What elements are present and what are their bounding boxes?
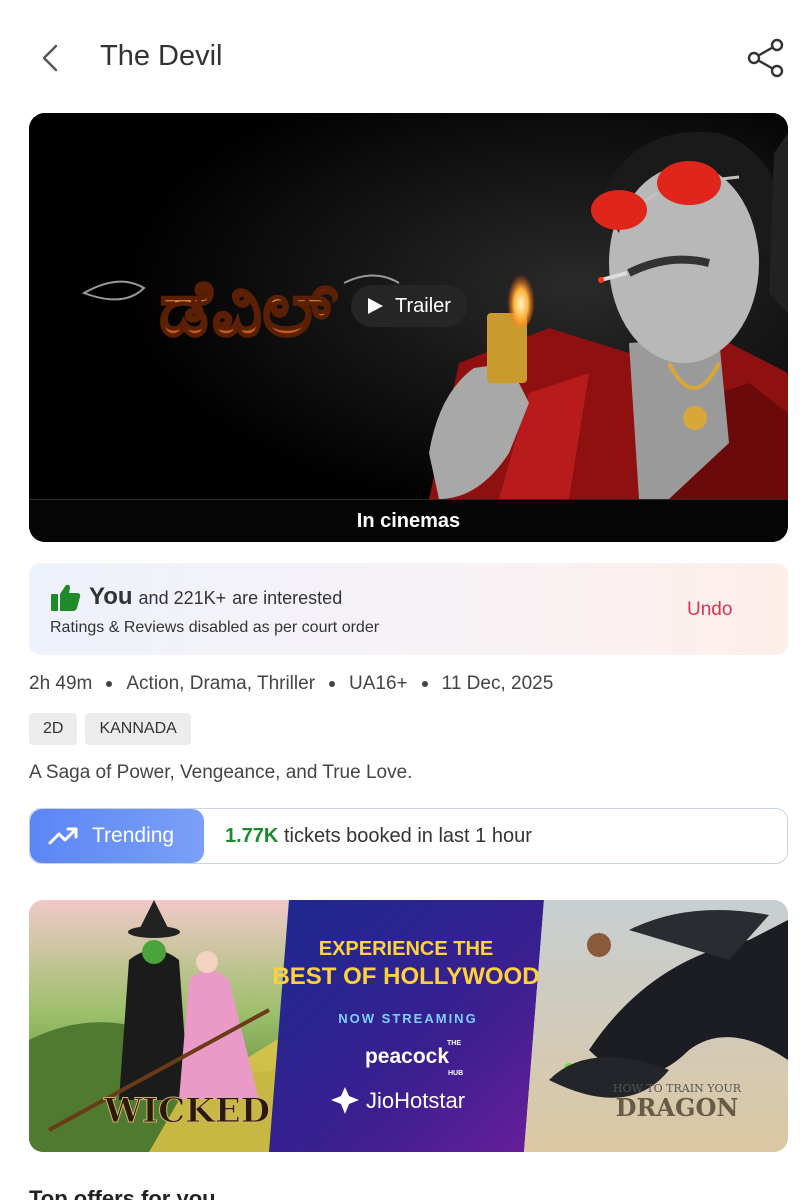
undo-button[interactable]: Undo [687, 599, 732, 621]
language-tag: KANNADA [85, 713, 191, 745]
brand-hub: HUB [448, 1070, 463, 1077]
interest-summary: You and 221K+ are interested [89, 583, 342, 611]
brand-the: THE [447, 1040, 461, 1047]
tickets-count: 1.77K [225, 825, 279, 847]
availability-bar: In cinemas [29, 499, 788, 542]
ratings-disabled-note: Ratings & Reviews disabled as per court … [50, 619, 380, 636]
format-tag: 2D [29, 713, 78, 745]
release-date: 11 Dec, 2025 [441, 673, 554, 694]
peacock-logo: peacock [365, 1045, 449, 1068]
thumbs-up-icon [51, 584, 81, 611]
duration: 2h 49m [29, 673, 93, 694]
play-icon [368, 298, 383, 314]
ad-headline-1: EXPERIENCE THE [319, 938, 493, 960]
ad-headline-2: BEST OF HOLLYWOOD [272, 963, 539, 990]
streaming-ad-banner[interactable]: WICKED EXPERIENCE THE BEST OF HOLLYWOOD … [29, 900, 788, 1152]
ad-subhead: NOW STREAMING [338, 1011, 477, 1026]
tickets-text: tickets booked in last 1 hour [283, 825, 532, 847]
wicked-title: WICKED [103, 1091, 270, 1131]
movie-meta: 2h 49m Action, Drama, Thriller UA16+ 11 … [29, 673, 553, 695]
play-trailer-button[interactable]: Trailer [351, 285, 467, 327]
separator-dot [329, 681, 336, 687]
trending-badge[interactable]: Trending [30, 809, 204, 863]
app-header: The Devil [0, 0, 807, 112]
interest-card: You and 221K+ are interested Ratings & R… [29, 563, 788, 655]
trailer-card[interactable]: ಡೆವಿಲ್ Trailer In cinemas [29, 113, 788, 542]
you-label: You [89, 583, 133, 610]
movie-logo: ಡೆವಿಲ್ [159, 264, 338, 354]
trending-box: Trending 1.77K tickets booked in last 1 … [29, 808, 788, 864]
top-offers-heading: Top offers for you [29, 1186, 216, 1200]
format-tags: 2D KANNADA [29, 713, 191, 745]
availability-label: In cinemas [356, 509, 461, 532]
trending-up-icon [48, 827, 78, 845]
share-icon[interactable] [744, 36, 788, 80]
genres: Action, Drama, Thriller [126, 673, 316, 694]
trending-info: 1.77K tickets booked in last 1 hour [225, 825, 532, 848]
interest-count: and 221K+ [138, 588, 227, 608]
movie-tagline: A Saga of Power, Vengeance, and True Lov… [29, 762, 413, 783]
certificate: UA16+ [349, 673, 408, 694]
page-title: The Devil [100, 40, 223, 72]
back-arrow-icon[interactable] [32, 38, 72, 78]
trailer-label: Trailer [395, 294, 451, 317]
trending-label: Trending [92, 824, 175, 847]
separator-dot [421, 681, 428, 687]
separator-dot [106, 681, 113, 687]
jiohotstar-logo: JioHotstar [366, 1088, 465, 1113]
interested-label: are interested [232, 588, 343, 608]
dragon-title-2: DRAGON [616, 1093, 739, 1122]
